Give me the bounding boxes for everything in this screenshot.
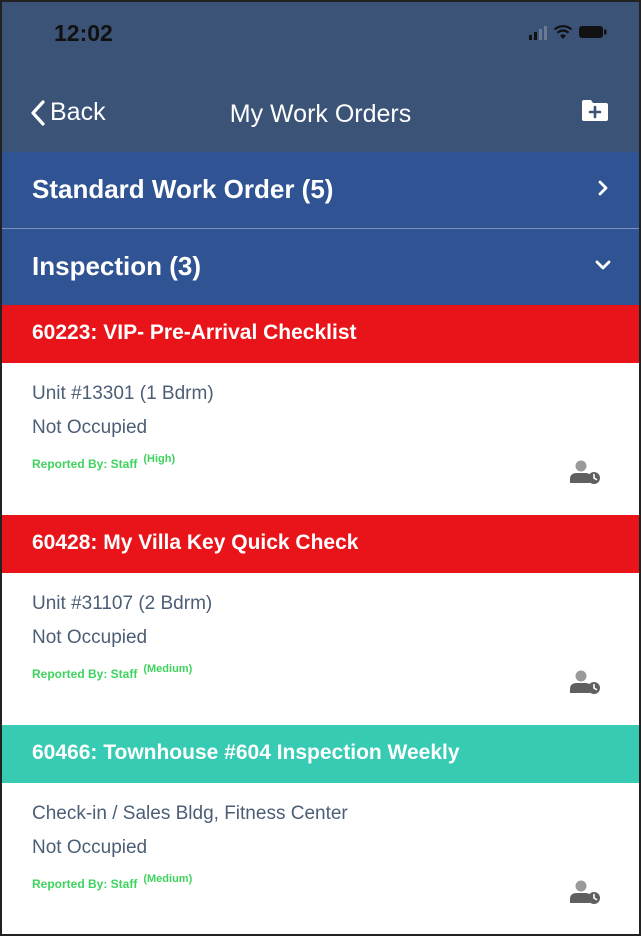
status-time: 12:02 xyxy=(54,20,113,46)
work-order-title: 60223: VIP- Pre-Arrival Checklist xyxy=(32,321,357,344)
work-order-header[interactable]: 60428: My Villa Key Quick Check xyxy=(2,515,639,573)
work-order-reporter: Reported By: Staff (High) xyxy=(32,453,175,471)
battery-icon xyxy=(579,26,607,38)
section-standard-work-order[interactable]: Standard Work Order (5) xyxy=(2,152,639,228)
page-title: My Work Orders xyxy=(229,100,412,128)
reported-by-label: Reported By: Staff xyxy=(32,877,138,891)
section-label: Inspection (3) xyxy=(32,251,202,281)
work-order-reporter: Reported By: Staff (Medium) xyxy=(32,873,192,891)
reported-by-label: Reported By: Staff xyxy=(32,667,138,681)
work-order-occupancy: Not Occupied xyxy=(32,837,148,858)
work-order-occupancy: Not Occupied xyxy=(32,417,148,438)
work-order-card[interactable]: Check-in / Sales Bldg, Fitness Center No… xyxy=(2,783,639,934)
priority-label: (Medium) xyxy=(143,663,193,675)
status-bar: 12:02 xyxy=(2,2,639,72)
add-folder-icon[interactable] xyxy=(581,98,609,122)
nav-bar: Back My Work Orders xyxy=(2,72,639,152)
priority-label: (Medium) xyxy=(143,873,193,885)
work-order-occupancy: Not Occupied xyxy=(32,627,148,648)
work-order-reporter: Reported By: Staff (Medium) xyxy=(32,663,192,681)
work-order-location: Unit #13301 (1 Bdrm) xyxy=(32,383,214,404)
cellular-signal-icon xyxy=(529,24,547,40)
section-inspection[interactable]: Inspection (3) xyxy=(2,229,639,305)
assign-user-icon[interactable] xyxy=(569,669,601,695)
chevron-right-icon xyxy=(598,180,608,196)
work-order-title: 60428: My Villa Key Quick Check xyxy=(32,531,359,554)
reported-by-label: Reported By: Staff xyxy=(32,457,138,471)
work-order-location: Check-in / Sales Bldg, Fitness Center xyxy=(32,803,348,824)
priority-label: (High) xyxy=(143,453,176,465)
work-order-card[interactable]: Unit #13301 (1 Bdrm) Not Occupied Report… xyxy=(2,363,639,515)
chevron-down-icon xyxy=(595,260,611,270)
work-order-location: Unit #31107 (2 Bdrm) xyxy=(32,593,213,614)
app-screen: 12:02 Back My Work Orders Standard Work … xyxy=(0,0,641,936)
work-order-card[interactable]: Unit #31107 (2 Bdrm) Not Occupied Report… xyxy=(2,573,639,725)
work-order-header[interactable]: 60223: VIP- Pre-Arrival Checklist xyxy=(2,305,639,363)
assign-user-icon[interactable] xyxy=(569,459,601,485)
wifi-icon xyxy=(553,25,573,39)
assign-user-icon[interactable] xyxy=(569,879,601,905)
work-order-header[interactable]: 60466: Townhouse #604 Inspection Weekly xyxy=(2,725,639,783)
section-label: Standard Work Order (5) xyxy=(32,174,334,204)
status-icons xyxy=(529,24,607,40)
work-order-title: 60466: Townhouse #604 Inspection Weekly xyxy=(32,741,460,764)
